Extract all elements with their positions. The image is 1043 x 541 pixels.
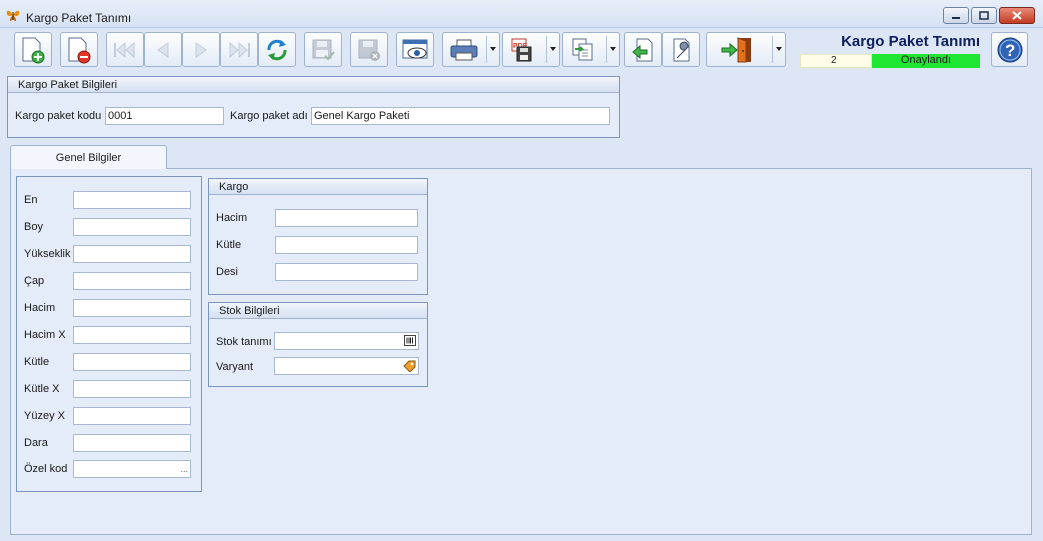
stok-tanimi-label: Stok tanımı — [216, 336, 272, 348]
delete-button[interactable] — [60, 32, 98, 67]
butterfly-icon — [6, 10, 20, 21]
stok-tanimi-input[interactable] — [274, 332, 419, 350]
next-record-icon — [195, 41, 207, 58]
print-icon — [450, 39, 478, 60]
svg-text:?: ? — [1005, 41, 1015, 60]
title-bar: Kargo Paket Tanımı — [0, 0, 1043, 28]
first-record-button[interactable] — [106, 32, 144, 67]
delete-document-icon — [68, 37, 91, 63]
pdf-export-icon: PDF — [511, 38, 532, 61]
package-info-title: Kargo Paket Bilgileri — [8, 77, 619, 93]
dara-label: Dara — [24, 437, 48, 449]
yuzey-x-label: Yüzey X — [24, 410, 65, 422]
varyant-label: Varyant — [216, 361, 254, 373]
ozel-kod-label: Özel kod — [24, 463, 68, 475]
kutle-x-label: Kütle X — [24, 383, 60, 395]
kargo-hacim-label: Hacim — [216, 212, 248, 224]
pdf-dropdown[interactable] — [550, 47, 556, 51]
copy-document-icon — [572, 38, 593, 60]
help-icon: ? — [997, 37, 1022, 62]
refresh-button[interactable] — [258, 32, 296, 67]
kargo-kutle-input[interactable] — [275, 236, 418, 254]
exit-icon — [721, 36, 751, 62]
new-button[interactable] — [14, 32, 52, 67]
import-button[interactable] — [624, 32, 662, 67]
last-record-icon — [229, 41, 250, 58]
yukseklik-input[interactable] — [73, 245, 191, 263]
kutle-x-input[interactable] — [73, 380, 191, 398]
copy-document-button[interactable] — [562, 32, 620, 67]
minimize-button[interactable] — [943, 7, 969, 24]
hacim-x-input[interactable] — [73, 326, 191, 344]
kargo-desi-input[interactable] — [275, 263, 418, 281]
import-icon — [632, 38, 653, 61]
status-badge: Onaylandı — [872, 54, 980, 68]
minimize-icon — [952, 16, 960, 19]
last-record-button[interactable] — [220, 32, 258, 67]
print-dropdown[interactable] — [490, 47, 496, 51]
yukseklik-label: Yükseklik — [24, 248, 71, 260]
package-name-input[interactable]: Genel Kargo Paketi — [311, 107, 610, 125]
kargo-kutle-label: Kütle — [216, 239, 242, 251]
hacim-x-label: Hacim X — [24, 329, 66, 341]
previous-record-icon — [157, 41, 169, 58]
ozel-kod-input[interactable]: ... — [73, 460, 191, 478]
barcode-icon[interactable] — [404, 335, 416, 346]
exit-dropdown[interactable] — [776, 47, 782, 51]
save-icon — [312, 39, 335, 60]
window-title: Kargo Paket Tanımı — [26, 11, 132, 25]
kutle-input[interactable] — [73, 353, 191, 371]
package-code-input[interactable]: 0001 — [105, 107, 224, 125]
pdf-export-button[interactable]: PDF — [502, 32, 560, 67]
tools-icon — [673, 38, 690, 61]
exit-button[interactable] — [706, 32, 786, 67]
refresh-icon — [267, 39, 287, 60]
tools-button[interactable] — [662, 32, 700, 67]
hacim-label: Hacim — [24, 302, 56, 314]
previous-record-button[interactable] — [144, 32, 182, 67]
restore-icon — [979, 11, 989, 20]
varyant-input[interactable] — [274, 357, 419, 375]
save-button[interactable] — [304, 32, 342, 67]
dara-input[interactable] — [73, 434, 191, 452]
yuzey-x-input[interactable] — [73, 407, 191, 425]
kargo-group-title: Kargo — [209, 179, 427, 195]
close-button[interactable] — [999, 7, 1035, 24]
en-label: En — [24, 194, 38, 206]
preview-button[interactable] — [396, 32, 434, 67]
kargo-desi-label: Desi — [216, 266, 239, 278]
tag-icon[interactable] — [403, 360, 416, 372]
help-button[interactable]: ? — [991, 32, 1028, 67]
stock-group-title: Stok Bilgileri — [209, 303, 427, 319]
ellipsis-button[interactable]: ... — [180, 461, 188, 477]
next-record-button[interactable] — [182, 32, 220, 67]
save-cancel-button[interactable] — [350, 32, 388, 67]
en-input[interactable] — [73, 191, 191, 209]
kargo-hacim-input[interactable] — [275, 209, 418, 227]
record-number: 2 — [800, 54, 872, 68]
save-cancel-icon — [358, 39, 380, 61]
cap-input[interactable] — [73, 272, 191, 290]
preview-icon — [402, 39, 428, 58]
tab-genel-bilgiler[interactable]: Genel Bilgiler — [10, 145, 167, 169]
print-button[interactable] — [442, 32, 500, 67]
new-document-icon — [22, 37, 45, 63]
copy-dropdown[interactable] — [610, 47, 616, 51]
first-record-icon — [114, 41, 135, 58]
kutle-label: Kütle — [24, 356, 50, 368]
hacim-input[interactable] — [73, 299, 191, 317]
package-name-label: Kargo paket adı — [230, 110, 308, 122]
close-icon — [1012, 11, 1022, 20]
package-code-label: Kargo paket kodu — [15, 110, 102, 122]
restore-button[interactable] — [971, 7, 997, 24]
boy-input[interactable] — [73, 218, 191, 236]
boy-label: Boy — [24, 221, 43, 233]
cap-label: Çap — [24, 275, 45, 287]
form-title: Kargo Paket Tanımı — [841, 33, 980, 50]
